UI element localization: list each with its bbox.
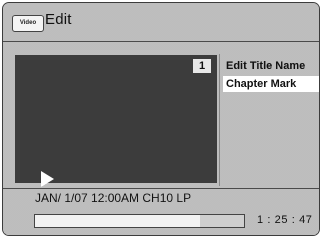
video-preview: 1 [15,55,217,187]
progress-fill [35,215,201,227]
menu-item-chapter-mark[interactable]: Chapter Mark [223,76,319,92]
menu-item-edit-title-name[interactable]: Edit Title Name [223,58,319,74]
play-icon [41,171,54,187]
header-bar: Video Edit [3,3,319,42]
edit-screen: Video Edit 1 Edit Title Name Chapter Mar… [2,2,320,236]
info-bar: JAN/ 1/07 12:00AM CH10 LP [3,188,319,209]
progress-bar [34,214,245,228]
title-number-badge: 1 [193,59,211,73]
edit-menu: Edit Title Name Chapter Mark [219,54,319,186]
page-title: Edit [45,11,72,28]
recording-info: JAN/ 1/07 12:00AM CH10 LP [35,191,192,205]
main-panel: 1 Edit Title Name Chapter Mark [3,42,319,188]
playback-bar: 1 : 25 : 47 [3,208,319,235]
elapsed-time: 1 : 25 : 47 [257,214,313,226]
video-mode-icon: Video [12,15,44,32]
